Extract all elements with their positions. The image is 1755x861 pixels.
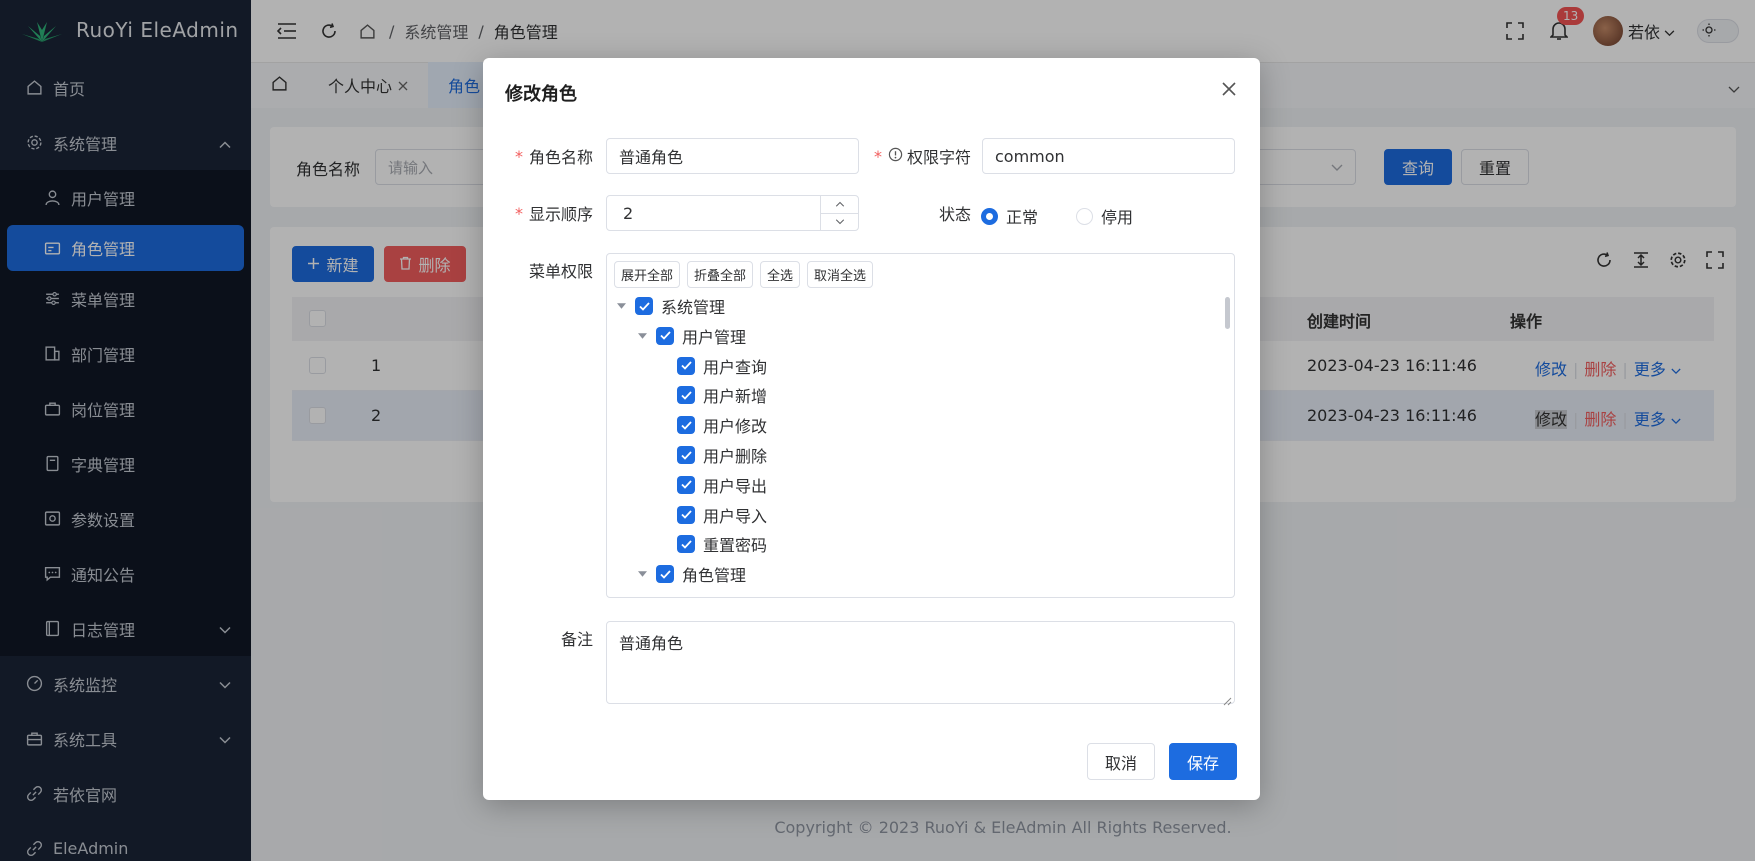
caret-down-icon[interactable]	[636, 330, 648, 342]
close-icon[interactable]	[1218, 78, 1240, 100]
save-button[interactable]: 保存	[1169, 743, 1237, 780]
caret-down-icon[interactable]	[636, 568, 648, 580]
tree-node[interactable]: 用户导出	[657, 471, 767, 499]
radio-label: 停用	[1101, 208, 1134, 227]
role-name-value: 普通角色	[619, 148, 684, 167]
tree-node[interactable]: 用户查询	[657, 352, 767, 380]
order-value: 2	[623, 203, 634, 223]
tree-node-label: 用户新增	[703, 387, 768, 407]
decrement-button[interactable]	[821, 212, 858, 231]
cancel-button[interactable]: 取消	[1087, 743, 1155, 780]
expand-all-button[interactable]: 展开全部	[614, 261, 681, 288]
radio-label: 正常	[1006, 208, 1039, 227]
tree-node[interactable]: 用户管理	[636, 322, 746, 350]
perm-key-input[interactable]: common	[982, 138, 1235, 174]
status-disabled-radio[interactable]: 停用	[1076, 204, 1133, 228]
role-name-label-text: 角色名称	[528, 148, 593, 167]
role-name-input[interactable]: 普通角色	[606, 138, 859, 174]
tree-actions: 展开全部 折叠全部 全选 取消全选	[614, 261, 874, 288]
role-name-label: * 角色名称	[483, 138, 593, 174]
collapse-all-button[interactable]: 折叠全部	[687, 261, 754, 288]
radio-dot-checked	[981, 207, 998, 225]
tree-checkbox[interactable]	[677, 535, 695, 554]
tree-node-label: 重置密码	[703, 536, 768, 556]
remark-textarea[interactable]: 普通角色	[606, 621, 1235, 706]
required-mark: *	[873, 146, 882, 166]
order-stepper[interactable]: 2	[606, 195, 859, 231]
perm-key-label-text: 权限字符	[906, 148, 971, 167]
tree-checkbox[interactable]	[677, 416, 695, 435]
tree-node[interactable]: 用户修改	[657, 411, 767, 439]
tree-node[interactable]: 用户新增	[657, 381, 767, 409]
tree-node-label: 用户查询	[703, 357, 768, 377]
tree-node[interactable]: 用户删除	[657, 441, 767, 469]
tree-checkbox[interactable]	[677, 446, 695, 464]
increment-button[interactable]	[821, 196, 858, 213]
order-label: * 显示顺序	[483, 195, 593, 231]
required-mark: *	[514, 146, 523, 166]
tree-checkbox[interactable]	[656, 326, 674, 345]
perm-key-label: * 权限字符	[863, 138, 971, 174]
resize-handle-icon[interactable]	[1222, 691, 1232, 706]
dialog-title: 修改角色	[505, 84, 577, 105]
caret-down-icon[interactable]	[615, 300, 627, 312]
tree-checkbox[interactable]	[677, 356, 695, 375]
tree-node-label: 角色管理	[682, 566, 747, 586]
info-circle-icon[interactable]	[888, 147, 903, 166]
tree-node-label: 系统管理	[661, 298, 726, 317]
tree-node[interactable]: 角色管理	[636, 560, 746, 588]
status-label: 状态	[938, 205, 971, 224]
tree-node-label: 用户修改	[703, 417, 768, 437]
edit-role-dialog: 修改角色 * 角色名称 普通角色 * 权限字符 common * 显示顺序 2 状态…	[483, 58, 1260, 800]
remark-value: 普通角色	[619, 634, 684, 653]
remark-label: 备注	[560, 630, 593, 649]
tree-node[interactable]: 重置密码	[657, 530, 767, 558]
tree-node[interactable]: 系统管理	[615, 292, 725, 320]
order-label-text: 显示顺序	[528, 205, 593, 224]
tree-scrollbar[interactable]	[1225, 297, 1230, 329]
tree-node-label: 用户导入	[703, 506, 768, 526]
required-mark: *	[514, 203, 523, 223]
radio-dot	[1076, 207, 1093, 225]
perm-key-value: common	[995, 146, 1065, 166]
tree-node-label: 用户管理	[682, 327, 747, 347]
tree-checkbox[interactable]	[635, 297, 653, 315]
menu-perm-label: 菜单权限	[528, 262, 593, 281]
tree-checkbox[interactable]	[677, 475, 695, 494]
menu-tree: 展开全部 折叠全部 全选 取消全选 系统管理用户管理用户查询用户新增用户修改用户…	[606, 253, 1235, 598]
select-all-button[interactable]: 全选	[760, 261, 801, 288]
tree-node-label: 用户导出	[703, 476, 768, 496]
tree-checkbox[interactable]	[677, 386, 695, 405]
status-normal-radio[interactable]: 正常	[981, 204, 1038, 228]
deselect-all-button[interactable]: 取消全选	[807, 261, 874, 288]
stepper-controls	[820, 196, 858, 230]
tree-checkbox[interactable]	[656, 565, 674, 584]
tree-checkbox[interactable]	[677, 505, 695, 524]
tree-node[interactable]: 用户导入	[657, 501, 767, 529]
tree-node-label: 用户删除	[703, 447, 768, 466]
